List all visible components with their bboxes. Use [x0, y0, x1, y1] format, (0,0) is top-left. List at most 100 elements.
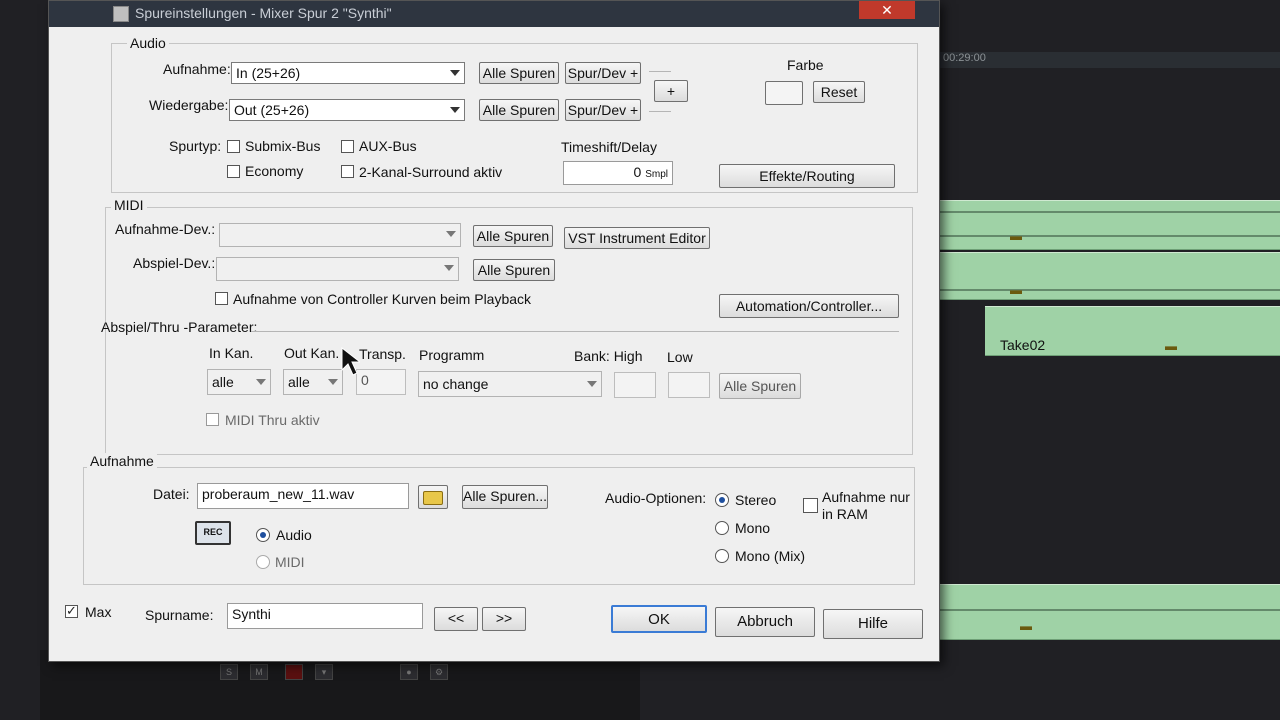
app-icon — [113, 6, 129, 22]
midi-abspiel-dev-select[interactable] — [216, 257, 459, 281]
mono-label: Mono — [735, 520, 771, 536]
surround-checkbox[interactable] — [341, 165, 354, 178]
effekte-routing-button[interactable]: Effekte/Routing — [719, 164, 895, 188]
farbe-label: Farbe — [787, 57, 824, 73]
record-midi-label: MIDI — [275, 554, 305, 570]
timeshift-input[interactable]: 0 Smpl — [563, 161, 673, 185]
programm-label: Programm — [419, 347, 485, 363]
record-audio-label: Audio — [276, 527, 312, 543]
audio-out-spur-dev-button[interactable]: Spur/Dev + — [565, 99, 641, 121]
programm-select[interactable]: no change — [418, 371, 602, 397]
vst-instrument-editor-button[interactable]: VST Instrument Editor — [564, 227, 710, 249]
solo-button[interactable]: S — [220, 664, 238, 680]
submix-bus-checkbox[interactable] — [227, 140, 240, 153]
out-kan-label: Out Kan. — [284, 345, 340, 361]
take-clip[interactable]: Take02 ▬ — [985, 306, 1280, 356]
controller-kurven-checkbox[interactable] — [215, 292, 228, 305]
audio-track-lane[interactable]: ▬ — [935, 252, 1280, 300]
bank-low-input[interactable] — [668, 372, 710, 398]
timeshift-label: Timeshift/Delay — [561, 139, 657, 155]
audio-out-alle-spuren-button[interactable]: Alle Spuren — [479, 99, 559, 121]
audio-in-alle-spuren-button[interactable]: Alle Spuren — [479, 62, 559, 84]
economy-checkbox[interactable] — [227, 165, 240, 178]
rec-button[interactable]: REC — [195, 521, 231, 545]
params-alle-spuren-button[interactable]: Alle Spuren — [719, 373, 801, 399]
mouse-cursor-icon — [341, 346, 360, 376]
record-midi-radio[interactable] — [256, 555, 270, 569]
out-kan-value: alle — [288, 374, 310, 390]
audio-in-spur-dev-button[interactable]: Spur/Dev + — [565, 62, 641, 84]
datei-input[interactable]: proberaum_new_11.wav — [197, 483, 409, 509]
folder-browse-button[interactable] — [418, 485, 448, 509]
audio-optionen-label: Audio-Optionen: — [605, 490, 707, 506]
bank-high-label: Bank: High — [574, 348, 643, 364]
color-reset-button[interactable]: Reset — [813, 81, 865, 103]
record-arm-button[interactable] — [285, 664, 303, 680]
in-kan-select[interactable]: alle — [207, 369, 271, 395]
audio-group-label: Audio — [127, 35, 169, 51]
connector-line — [649, 71, 671, 72]
abbruch-button[interactable]: Abbruch — [715, 607, 815, 637]
folder-icon — [423, 491, 443, 505]
chevron-down-icon — [328, 379, 338, 385]
connector-line — [649, 111, 671, 112]
lock-icon[interactable]: ● — [400, 664, 418, 680]
clip-marker-icon: ▬ — [1010, 283, 1022, 297]
params-divider — [251, 331, 899, 332]
midi-out-alle-spuren-button[interactable]: Alle Spuren — [473, 259, 555, 281]
midi-thru-label: MIDI Thru aktiv — [225, 412, 320, 428]
wiedergabe-select[interactable]: Out (25+26) — [229, 99, 465, 121]
dialog-title: Spureinstellungen - Mixer Spur 2 "Synthi… — [135, 5, 392, 21]
clip-marker-icon: ▬ — [1165, 339, 1177, 353]
stereo-radio[interactable] — [715, 493, 729, 507]
timeshift-value: 0 — [633, 164, 642, 180]
aufnahme-value: In (25+26) — [236, 65, 301, 81]
time-readout: 00:29:00 — [943, 52, 986, 64]
out-kan-select[interactable]: alle — [283, 369, 343, 395]
in-kan-label: In Kan. — [209, 345, 254, 361]
record-group-label: Aufnahme — [87, 453, 157, 469]
dialog-titlebar[interactable]: Spureinstellungen - Mixer Spur 2 "Synthi… — [49, 1, 939, 27]
max-checkbox[interactable] — [65, 603, 78, 619]
timeshift-unit: Smpl — [645, 169, 668, 180]
mute-button[interactable]: M — [250, 664, 268, 680]
midi-aufnahme-dev-select[interactable] — [219, 223, 461, 247]
wiedergabe-label: Wiedergabe: — [149, 97, 229, 113]
audio-track-lane[interactable]: ▬ — [935, 200, 1280, 250]
color-swatch-button[interactable] — [765, 81, 803, 105]
abspiel-dev-label: Abspiel-Dev.: — [133, 255, 216, 271]
transp-input[interactable]: 0 — [356, 369, 406, 395]
link-plus-button[interactable]: + — [654, 80, 688, 102]
spurname-input[interactable]: Synthi — [227, 603, 423, 629]
next-track-button[interactable]: >> — [482, 607, 526, 631]
midi-thru-checkbox[interactable] — [206, 413, 219, 426]
surround-label: 2-Kanal-Surround aktiv — [359, 164, 503, 180]
in-kan-value: alle — [212, 374, 234, 390]
aux-bus-label: AUX-Bus — [359, 138, 417, 154]
submix-bus-label: Submix-Bus — [245, 138, 321, 154]
controller-kurven-label: Aufnahme von Controller Kurven beim Play… — [233, 291, 532, 307]
chevron-down-icon — [444, 265, 454, 271]
previous-track-button[interactable]: << — [434, 607, 478, 631]
speaker-icon[interactable]: ▾ — [315, 664, 333, 680]
audio-track-lane[interactable]: ▬ — [935, 584, 1280, 640]
bank-low-label: Low — [667, 349, 693, 365]
hilfe-button[interactable]: Hilfe — [823, 609, 923, 639]
record-audio-radio[interactable] — [256, 528, 270, 542]
ok-button[interactable]: OK — [611, 605, 707, 633]
record-alle-spuren-button[interactable]: Alle Spuren... — [462, 485, 548, 509]
mono-radio[interactable] — [715, 521, 729, 535]
mono-mix-radio[interactable] — [715, 549, 729, 563]
bank-high-input[interactable] — [614, 372, 656, 398]
aux-bus-checkbox[interactable] — [341, 140, 354, 153]
gear-icon[interactable]: ⚙ — [430, 664, 448, 680]
max-label: Max — [85, 604, 112, 620]
aufnahme-select[interactable]: In (25+26) — [231, 62, 465, 84]
automation-controller-button[interactable]: Automation/Controller... — [719, 294, 899, 318]
close-button[interactable]: ✕ — [859, 1, 915, 19]
ram-only-label: Aufnahme nur in RAM — [822, 489, 910, 522]
chevron-down-icon — [450, 107, 460, 113]
ram-only-checkbox[interactable] — [803, 498, 818, 513]
midi-in-alle-spuren-button[interactable]: Alle Spuren — [473, 225, 553, 247]
aufnahme-dev-label: Aufnahme-Dev.: — [115, 221, 216, 237]
